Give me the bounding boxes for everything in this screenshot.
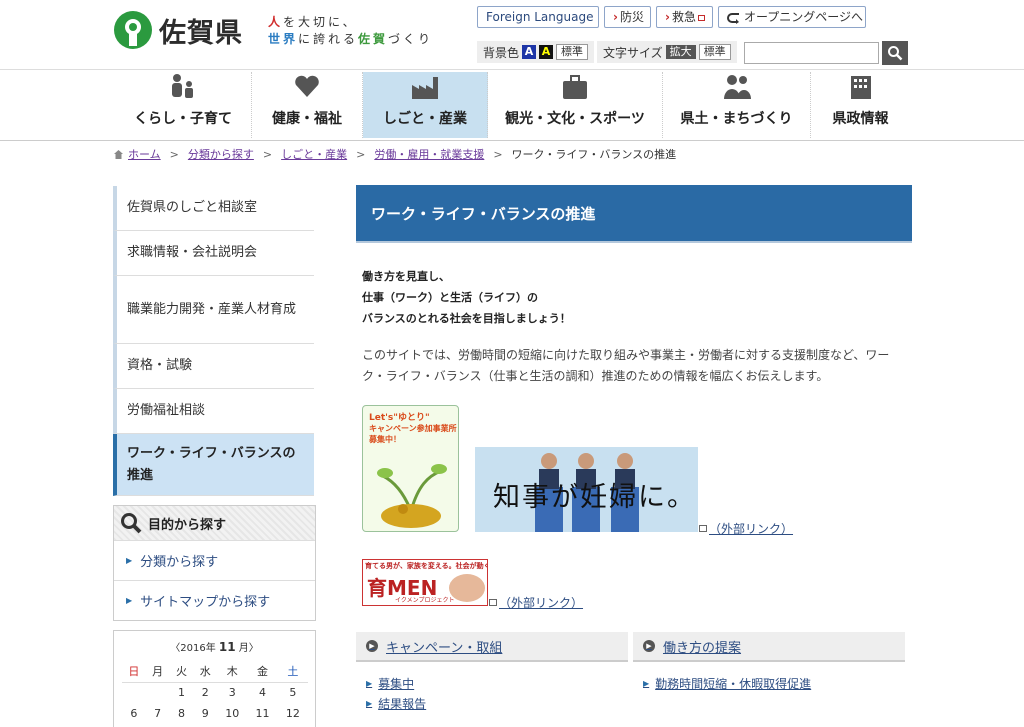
breadcrumb-category[interactable]: 分類から探す bbox=[188, 146, 254, 162]
plant-illustration-icon bbox=[377, 464, 447, 528]
side-item-soudan[interactable]: 佐賀県のしごと相談室 bbox=[113, 186, 314, 231]
fontsize-standard-button[interactable]: 標準 bbox=[698, 44, 731, 60]
list-item[interactable]: ▶ 勤務時間短縮・休暇取得促進 bbox=[643, 674, 905, 694]
side-item-shikaku[interactable]: 資格・試験 bbox=[113, 344, 314, 389]
description-text: このサイトでは、労働時間の短縮に向けた取り組みや事業主・労働者に対する支援制度な… bbox=[362, 348, 890, 383]
list-item[interactable]: ▶ 結果報告 bbox=[366, 694, 628, 714]
building-icon bbox=[844, 72, 878, 102]
yutori-campaign-banner[interactable]: Let's"ゆとり" キャンペーン参加事業所募集中！ bbox=[362, 405, 459, 532]
site-logo[interactable]: 佐賀県 bbox=[113, 10, 243, 50]
site-name: 佐賀県 bbox=[159, 17, 243, 49]
breadcrumb-current: ワーク・ライフ・バランスの推進 bbox=[511, 148, 677, 161]
calendar-prev[interactable]: 〈 bbox=[170, 643, 180, 654]
proposal-box-title[interactable]: ▶ 働き方の提案 bbox=[633, 632, 905, 662]
triangle-icon: ▶ bbox=[126, 556, 133, 565]
side-item-shokugyo[interactable]: 職業能力開発・産業人材育成 bbox=[113, 276, 314, 344]
external-window-icon bbox=[699, 525, 707, 532]
search-input[interactable] bbox=[744, 42, 879, 64]
gnav-kensei[interactable]: 県政情報 bbox=[811, 72, 910, 138]
saga-emblem-icon bbox=[114, 11, 152, 49]
calendar-next[interactable]: 〉 bbox=[249, 643, 259, 654]
triangle-icon: ▶ bbox=[366, 679, 373, 688]
purpose-title: 目的から探す bbox=[148, 517, 227, 533]
breadcrumb-shigoto[interactable]: しごと・産業 bbox=[281, 146, 347, 162]
search-button[interactable] bbox=[882, 41, 908, 65]
breadcrumb-home[interactable]: ホーム bbox=[128, 146, 161, 162]
opening-page-button[interactable]: オープニングページへ bbox=[718, 6, 866, 28]
font-size-switcher: 文字サイズ 拡大 標準 bbox=[597, 41, 737, 63]
campaign-box: ▶ キャンペーン・取組 ▶ 募集中 ▶ 結果報告 bbox=[356, 632, 628, 714]
site-tagline: 人を大切に、 世界に誇れる佐賀づくり bbox=[268, 15, 434, 46]
gnav-kenko[interactable]: 健康・福祉 bbox=[252, 72, 363, 138]
list-item[interactable]: ▶ 募集中 bbox=[366, 674, 628, 694]
gnav-kanko[interactable]: 観光・文化・スポーツ bbox=[488, 72, 663, 138]
external-window-icon bbox=[697, 14, 705, 21]
proposal-box: ▶ 働き方の提案 ▶ 勤務時間短縮・休暇取得促進 bbox=[633, 632, 905, 694]
suitcase-icon bbox=[558, 72, 592, 102]
home-icon bbox=[114, 149, 123, 159]
breadcrumb: ホーム > 分類から探す > しごと・産業 > 労働・雇用・就業支援 > ワーク… bbox=[113, 146, 676, 162]
arrow-circle-icon: ▶ bbox=[643, 640, 655, 652]
people-icon bbox=[720, 72, 754, 102]
hands-photo-icon bbox=[449, 574, 485, 602]
external-link-ikumen[interactable]: （外部リンク） bbox=[489, 594, 583, 611]
campaign-box-title[interactable]: ▶ キャンペーン・取組 bbox=[356, 632, 628, 662]
ikumen-project-banner[interactable]: 育てる男が、家族を変える。社会が動く。 育MEN イクメンプロジェクト bbox=[362, 559, 488, 606]
gnav-shigoto[interactable]: しごと・産業 bbox=[363, 72, 488, 138]
event-calendar: 〈2016年 11 月〉 日月火水木金土 12345 6 7 8 9 10 11 12 bbox=[113, 630, 316, 727]
heart-hands-icon bbox=[290, 72, 324, 102]
side-menu: 佐賀県のしごと相談室 求職情報・会社説明会 職業能力開発・産業人材育成 資格・試… bbox=[113, 186, 314, 496]
arrow-icon: › bbox=[613, 10, 618, 24]
site-header: 佐賀県 人を大切に、 世界に誇れる佐賀づくり Foreign Language … bbox=[0, 0, 1024, 70]
breadcrumb-rodo[interactable]: 労働・雇用・就業支援 bbox=[374, 146, 484, 162]
bgcolor-standard-button[interactable]: 標準 bbox=[556, 44, 589, 60]
gnav-kurashi[interactable]: くらし・子育て bbox=[115, 72, 252, 138]
triangle-icon: ▶ bbox=[366, 699, 373, 708]
lead-text: 働き方を見直し、 仕事（ワーク）と生活（ライフ）の バランスのとれる社会を目指し… bbox=[362, 270, 571, 325]
global-nav: くらし・子育て 健康・福祉 しごと・産業 観光・文化・スポーツ 県土・まちづくり… bbox=[115, 72, 910, 138]
page-title: ワーク・ライフ・バランスの推進 bbox=[356, 185, 912, 243]
triangle-icon: ▶ bbox=[126, 596, 133, 605]
search-icon bbox=[888, 46, 903, 61]
family-icon bbox=[166, 72, 200, 102]
arrow-icon: › bbox=[665, 10, 670, 24]
side-item-wlb[interactable]: ワーク・ライフ・バランスの推進 bbox=[113, 434, 314, 496]
bgcolor-blue-button[interactable]: A bbox=[522, 45, 537, 59]
factory-icon bbox=[408, 72, 442, 102]
purpose-item-sitemap[interactable]: ▶ サイトマップから探す bbox=[114, 580, 315, 620]
external-link-chiji[interactable]: （外部リンク） bbox=[699, 520, 793, 537]
bgcolor-black-button[interactable]: A bbox=[539, 45, 554, 59]
side-item-kyushoku[interactable]: 求職情報・会社説明会 bbox=[113, 231, 314, 276]
external-window-icon bbox=[489, 599, 497, 606]
nav-divider bbox=[0, 140, 1024, 141]
arrow-circle-icon: ▶ bbox=[366, 640, 378, 652]
foreign-language-button[interactable]: Foreign Language bbox=[477, 6, 599, 28]
kyukyu-button[interactable]: › 救急 bbox=[656, 6, 713, 28]
chiji-ga-ninpu-banner[interactable]: 知事が妊婦に。 bbox=[475, 447, 698, 532]
bousai-button[interactable]: › 防災 bbox=[604, 6, 651, 28]
calendar-grid: 日月火水木金土 12345 6 7 8 9 10 11 12 bbox=[122, 661, 308, 724]
side-item-fukushi[interactable]: 労働福祉相談 bbox=[113, 389, 314, 434]
purpose-search-box: 目的から探す ▶ 分類から探す ▶ サイトマップから探す bbox=[113, 505, 316, 621]
background-color-switcher: 背景色 A A 標準 bbox=[477, 41, 595, 63]
purpose-item-bunrui[interactable]: ▶ 分類から探す bbox=[114, 540, 315, 580]
gnav-kendo[interactable]: 県土・まちづくり bbox=[663, 72, 811, 138]
fontsize-large-button[interactable]: 拡大 bbox=[665, 45, 696, 59]
return-arrow-icon bbox=[727, 12, 739, 24]
search-icon bbox=[121, 513, 142, 534]
triangle-icon: ▶ bbox=[643, 679, 650, 688]
calendar-month: 〈2016年 11 月〉 bbox=[170, 640, 259, 654]
